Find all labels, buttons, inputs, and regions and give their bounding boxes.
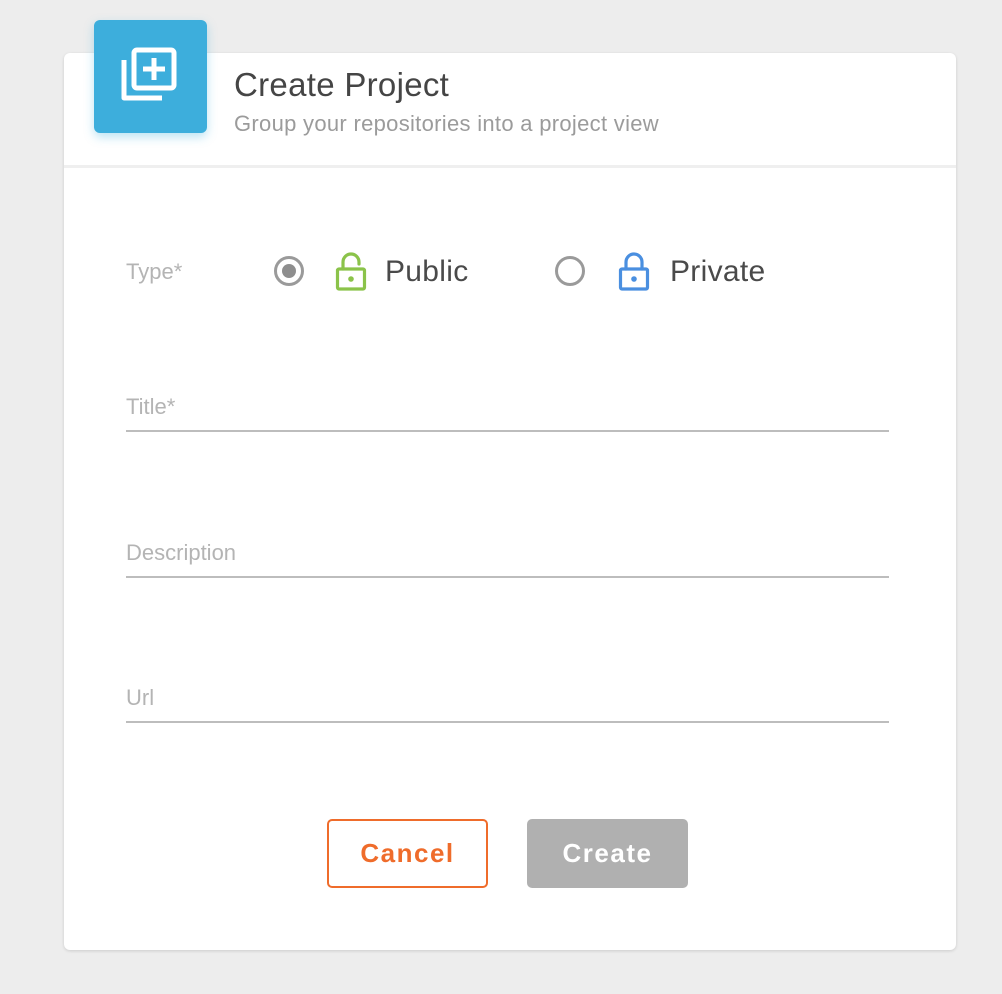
url-field-underline: [126, 721, 889, 723]
option-label-public[interactable]: Public: [385, 255, 469, 289]
title-field-underline: [126, 430, 889, 432]
radio-public[interactable]: [274, 256, 304, 286]
cancel-button[interactable]: Cancel: [327, 819, 488, 888]
library-add-icon: [121, 47, 177, 101]
radio-selected-dot: [282, 264, 296, 278]
url-input[interactable]: [126, 683, 893, 721]
type-label: Type*: [126, 259, 183, 284]
dialog-title: Create Project: [234, 66, 450, 103]
title-input[interactable]: [126, 392, 893, 430]
description-field-underline: [126, 576, 889, 578]
dialog-subtitle: Group your repositories into a project v…: [234, 111, 659, 136]
radio-private[interactable]: [555, 256, 585, 286]
description-input[interactable]: [126, 538, 893, 576]
header-icon-badge: [94, 20, 207, 133]
create-project-dialog: [64, 53, 956, 950]
locked-padlock-icon: [618, 252, 650, 291]
option-label-private[interactable]: Private: [670, 255, 765, 289]
create-button[interactable]: Create: [527, 819, 688, 888]
unlocked-padlock-icon: [335, 252, 367, 291]
